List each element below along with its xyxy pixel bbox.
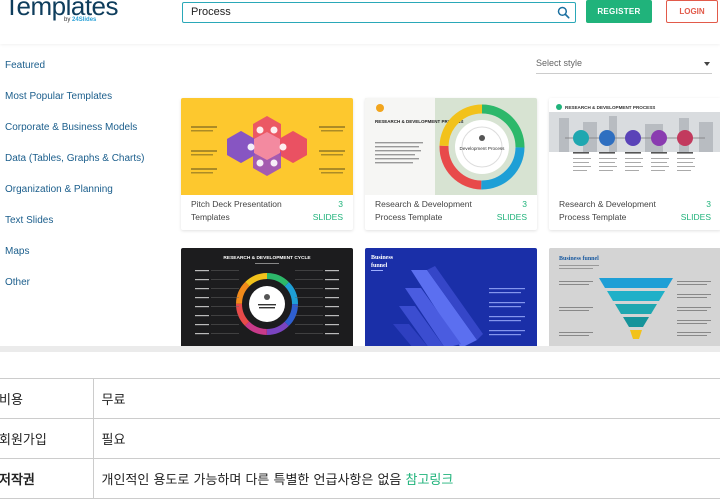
sidebar-item-featured[interactable]: Featured	[5, 59, 145, 90]
info-key-cost: 비용	[0, 378, 94, 419]
sidebar-item-organization[interactable]: Organization & Planning	[5, 183, 145, 214]
sidebar-item-most-popular[interactable]: Most Popular Templates	[5, 90, 145, 121]
template-card[interactable]: Business funnel	[365, 248, 537, 348]
register-button[interactable]: REGISTER	[586, 0, 652, 23]
thumb-business-funnel-title: Business funnel	[559, 256, 599, 262]
template-card-title[interactable]: Pitch Deck Presentation Templates	[191, 198, 301, 223]
sidebar-item-text-slides[interactable]: Text Slides	[5, 214, 145, 245]
template-card-slide-count: 3 SLIDES	[680, 199, 711, 222]
template-card-title[interactable]: Research & Development Process Template	[375, 198, 485, 223]
template-thumbnail-rd-process: RESEARCH & DEVELOPMENT PROCESS Developme…	[365, 98, 537, 195]
sidebar-item-data[interactable]: Data (Tables, Graphs & Charts)	[5, 152, 145, 183]
info-key-signup: 회원가입	[0, 418, 94, 459]
table-row: 회원가입 필요	[0, 418, 720, 459]
info-value-signup: 필요	[93, 418, 720, 459]
logo-byline: by 24Slides	[64, 17, 97, 23]
category-sidebar: Featured Most Popular Templates Corporat…	[5, 59, 145, 307]
site-logo[interactable]: Templates	[4, 0, 119, 22]
template-thumbnail-rd-timeline: RESEARCH & DEVELOPMENT PROCESS	[549, 98, 720, 195]
template-thumbnail-pitch-deck	[181, 98, 353, 195]
thumb-development-process-label: Development Process	[460, 146, 506, 151]
thumb-rd-cycle-title: RESEARCH & DEVELOPMENT CYCLE	[223, 255, 311, 261]
template-card[interactable]: RESEARCH & DEVELOPMENT PROCESS Developme…	[365, 98, 537, 230]
sidebar-item-other[interactable]: Other	[5, 276, 145, 307]
section-divider	[0, 346, 720, 352]
template-card[interactable]: Business funnel	[549, 248, 720, 348]
thumb-business-label: Business	[371, 255, 394, 261]
chevron-down-icon	[704, 62, 710, 66]
template-card[interactable]: RESEARCH & DEVELOPMENT CYCLE	[181, 248, 353, 348]
style-select[interactable]: Select style	[536, 58, 712, 74]
template-thumbnail-business-funnel: Business funnel	[549, 248, 720, 348]
template-card-slide-count: 3 SLIDES	[312, 199, 343, 222]
template-card[interactable]: Pitch Deck Presentation Templates 3 SLIDE…	[181, 98, 353, 230]
table-row: 비용 무료	[0, 378, 720, 419]
search-icon[interactable]	[557, 6, 570, 19]
search-input[interactable]	[191, 5, 551, 19]
template-card[interactable]: RESEARCH & DEVELOPMENT PROCESS Research …	[549, 98, 720, 230]
thumb-rd-timeline-title: RESEARCH & DEVELOPMENT PROCESS	[565, 105, 655, 110]
search-box	[182, 2, 576, 23]
info-value-cost: 무료	[93, 378, 720, 419]
login-button[interactable]: LOGIN	[666, 0, 718, 23]
sidebar-item-corporate-business[interactable]: Corporate & Business Models	[5, 121, 145, 152]
template-thumbnail-rd-cycle: RESEARCH & DEVELOPMENT CYCLE	[181, 248, 353, 348]
template-thumbnail-business-funnel-3d: Business funnel	[365, 248, 537, 348]
sidebar-item-maps[interactable]: Maps	[5, 245, 145, 276]
templates-site: Templates by 24Slides REGISTER LOGIN Fea…	[0, 0, 720, 350]
template-card-slide-count: 3 SLIDES	[496, 199, 527, 222]
reference-link[interactable]: 참고링크	[406, 473, 454, 488]
style-select-value: Select style	[536, 58, 583, 68]
top-bar: Templates by 24Slides REGISTER LOGIN	[0, 0, 720, 44]
thumb-funnel-label: funnel	[371, 263, 388, 269]
template-card-title[interactable]: Research & Development Process Template	[559, 198, 669, 223]
copyright-text: 개인적인 용도로 가능하며 다른 특별한 언급사항은 없음	[101, 473, 406, 488]
service-info-table: 비용 무료 회원가입 필요 저작권 개인적인 용도로 가능하며 다른 특별한 언…	[0, 378, 720, 499]
